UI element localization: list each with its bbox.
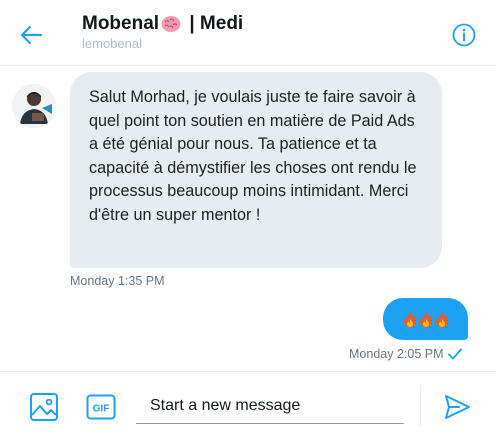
title-suffix: | Medi [184,13,244,34]
composer-divider [420,386,421,426]
info-circle-icon [452,23,476,47]
arrow-left-icon [20,25,42,45]
conversation-title-block[interactable]: Mobenal | Medi lemobenal [82,13,258,52]
message-timestamp: Monday 1:35 PM [70,274,165,288]
conversation-title: Mobenal | Medi [82,13,258,35]
avatar[interactable] [12,84,56,128]
incoming-message-bubble[interactable]: Salut Morhad, je voulais juste te faire … [70,72,442,268]
fire-emoji-icon [419,311,432,327]
conversation-handle: lemobenal [82,36,142,51]
message-timestamp: Monday 2:05 PM [349,347,462,361]
message-input[interactable] [136,388,404,424]
send-icon [445,395,470,419]
avatar-image [12,84,56,128]
media-button[interactable] [28,391,60,423]
check-icon [447,348,462,360]
info-button[interactable] [451,22,477,48]
message-composer: GIF [0,371,496,438]
scrollbar[interactable] [488,66,496,370]
title-name: Mobenal [82,13,160,34]
outgoing-message-bubble[interactable] [383,298,468,340]
fire-emoji-icon [403,311,416,327]
back-button[interactable] [17,21,45,49]
image-icon [30,393,58,421]
conversation-header: Mobenal | Medi lemobenal [0,0,496,66]
gif-button[interactable]: GIF [86,394,116,420]
fire-emoji-icon [435,311,448,327]
gif-label: GIF [93,404,110,415]
send-button[interactable] [442,392,472,422]
timestamp-text: Monday 2:05 PM [349,347,444,361]
brain-emoji-icon [161,16,181,32]
gif-icon: GIF [86,394,116,420]
message-text: Salut Morhad, je voulais juste te faire … [89,88,417,224]
